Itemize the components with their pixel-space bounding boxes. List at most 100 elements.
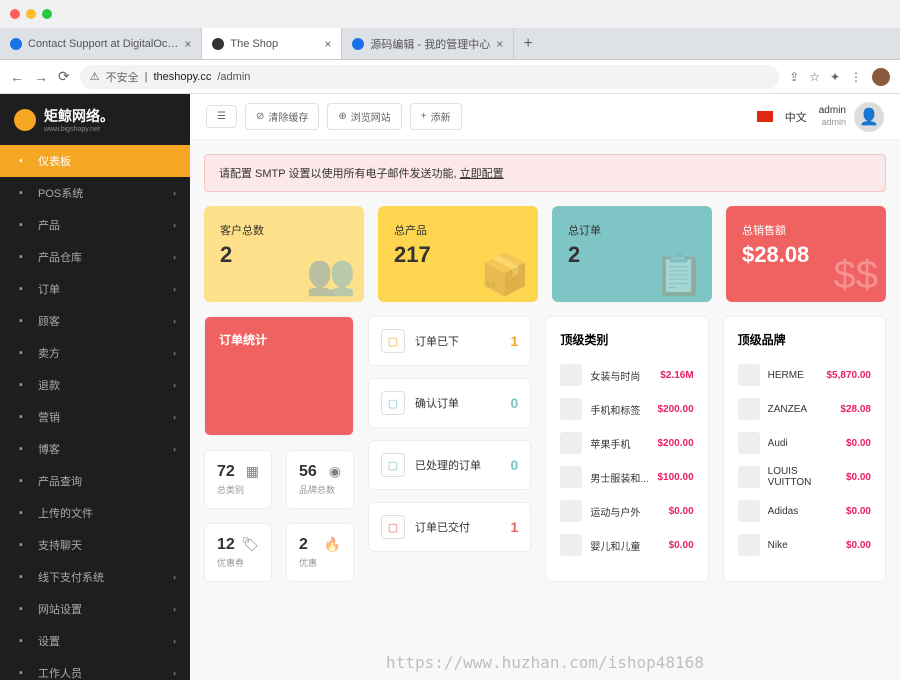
category-row[interactable]: 男士服装和... $100.00 [560,460,693,494]
browser-tab[interactable]: Contact Support at DigitalOc… × [0,28,202,59]
sidebar-item[interactable]: ▪设置› [0,625,190,657]
stat-deco-icon: 👥 [306,251,356,298]
brand-row[interactable]: Audi$0.00 [738,426,871,460]
category-row[interactable]: 苹果手机$200.00 [560,426,693,460]
order-status-label: 已处理的订单 [415,457,501,473]
brand-row[interactable]: ZANZEA$28.08 [738,392,871,426]
address-bar: ← → ⟳ ⚠ 不安全 | theshopy.cc/admin ⇪ ☆ ✦ ⋮ [0,60,900,94]
sidebar-item[interactable]: ▪退款› [0,369,190,401]
url-field[interactable]: ⚠ 不安全 | theshopy.cc/admin [80,65,779,89]
minimize-window-icon[interactable] [26,9,36,19]
brand-row[interactable]: LOUIS VUITTON$0.00 [738,460,871,494]
category-row[interactable]: 女装与时尚$2.16M [560,358,693,392]
brand-row[interactable]: Nike$0.00 [738,528,871,562]
logo-text: 矩鲸网络。 [44,106,114,126]
sidebar-item[interactable]: ▪工作人员› [0,657,190,680]
stat-deco-icon: 📦 [480,251,530,298]
brand-name: Audi [768,438,838,449]
brand-row[interactable]: Adidas$0.00 [738,494,871,528]
maximize-window-icon[interactable] [42,9,52,19]
category-row[interactable]: 运动与户外$0.00 [560,494,693,528]
category-icon: ▦ [246,463,259,480]
sidebar-item[interactable]: ▪顾客› [0,305,190,337]
nav-label: 网站设置 [38,601,82,617]
panel-title: 顶级类别 [560,331,693,348]
menu-icon[interactable]: ⋮ [850,70,862,84]
nav-icon: ▪ [14,154,28,168]
category-amount: $0.00 [669,506,694,517]
close-tab-icon[interactable]: × [496,37,503,51]
tab-title: Contact Support at DigitalOc… [28,38,178,50]
clear-cache-button[interactable]: ⊘ 清除缓存 [245,103,319,130]
topbar: ☰ ⊘ 清除缓存 ⊕ 浏览网站 + 添新 中文 admin admin 👤 [190,94,900,140]
url-path: /admin [217,71,250,83]
security-warning-icon: ⚠ [90,70,100,83]
sidebar-item[interactable]: ▪仪表板 [0,145,190,177]
back-button[interactable]: ← [10,69,24,85]
order-status-icon: ▢ [381,329,405,353]
favicon-icon [10,38,22,50]
user-menu[interactable]: admin admin 👤 [819,102,884,132]
nav-icon: ▪ [14,602,28,616]
forward-button[interactable]: → [34,69,48,85]
sidebar-item[interactable]: ▪上传的文件 [0,497,190,529]
sidebar-item[interactable]: ▪网站设置› [0,593,190,625]
configure-link[interactable]: 立即配置 [460,168,504,180]
extensions-icon[interactable]: ✦ [830,70,840,84]
brand-row[interactable]: HERME$5,870.00 [738,358,871,392]
security-label: 不安全 [106,69,139,85]
profile-icon[interactable] [872,68,890,86]
user-name: admin [819,105,846,117]
sidebar-item[interactable]: ▪营销› [0,401,190,433]
mini-stat: 🔥2优惠 [286,523,354,582]
stat-card: 客户总数2👥 [204,206,364,302]
sidebar-item[interactable]: ▪线下支付系统› [0,561,190,593]
nav-icon: ▪ [14,346,28,360]
order-count: 1 [511,333,519,349]
stat-label: 总订单 [568,222,696,238]
browser-tab[interactable]: 源码编辑 - 我的管理中心× [342,28,514,59]
flag-icon [757,111,773,122]
brand-amount: $5,870.00 [826,370,871,381]
nav-icon: ▪ [14,666,28,680]
nav-icon: ▪ [14,218,28,232]
share-icon[interactable]: ⇪ [789,70,799,84]
sidebar-item[interactable]: ▪产品› [0,209,190,241]
brand-amount: $0.00 [846,506,871,517]
category-row[interactable]: 婴儿和儿童$0.00 [560,528,693,562]
sidebar-item[interactable]: ▪订单› [0,273,190,305]
browser-tab-active[interactable]: The Shop× [202,28,342,59]
sidebar-item[interactable]: ▪产品仓库› [0,241,190,273]
sidebar-item[interactable]: ▪支持聊天 [0,529,190,561]
logo: 矩鲸网络。 www.bigshopy.net [0,94,190,145]
stat-deco-icon: 📋 [654,251,704,298]
category-row[interactable]: 手机和标签$200.00 [560,392,693,426]
brand-name: LOUIS VUITTON [768,466,838,488]
category-amount: $100.00 [658,472,694,483]
brand-thumb [738,534,760,556]
close-tab-icon[interactable]: × [324,37,331,51]
language-selector[interactable]: 中文 [785,109,807,125]
category-name: 男士服装和... [590,470,649,485]
sidebar-item[interactable]: ▪博客› [0,433,190,465]
bookmark-icon[interactable]: ☆ [809,70,820,84]
menu-toggle-button[interactable]: ☰ [206,105,237,128]
new-tab-button[interactable]: + [514,28,542,59]
nav-icon: ▪ [14,474,28,488]
sidebar-item[interactable]: ▪卖方› [0,337,190,369]
panel-title: 订单统计 [219,331,339,348]
brand-name: ZANZEA [768,404,833,415]
nav-icon: ▪ [14,250,28,264]
nav-icon: ▪ [14,378,28,392]
sidebar-item[interactable]: ▪产品查询 [0,465,190,497]
brand-thumb [738,398,760,420]
close-tab-icon[interactable]: × [184,37,191,51]
order-status-row: ▢订单已交付1 [368,502,531,552]
sidebar-item[interactable]: ▪POS系统› [0,177,190,209]
close-window-icon[interactable] [10,9,20,19]
favicon-icon [352,38,364,50]
chevron-right-icon: › [173,412,176,422]
reload-button[interactable]: ⟳ [58,68,70,85]
add-new-button[interactable]: + 添新 [410,103,462,130]
browse-site-button[interactable]: ⊕ 浏览网站 [327,103,401,130]
